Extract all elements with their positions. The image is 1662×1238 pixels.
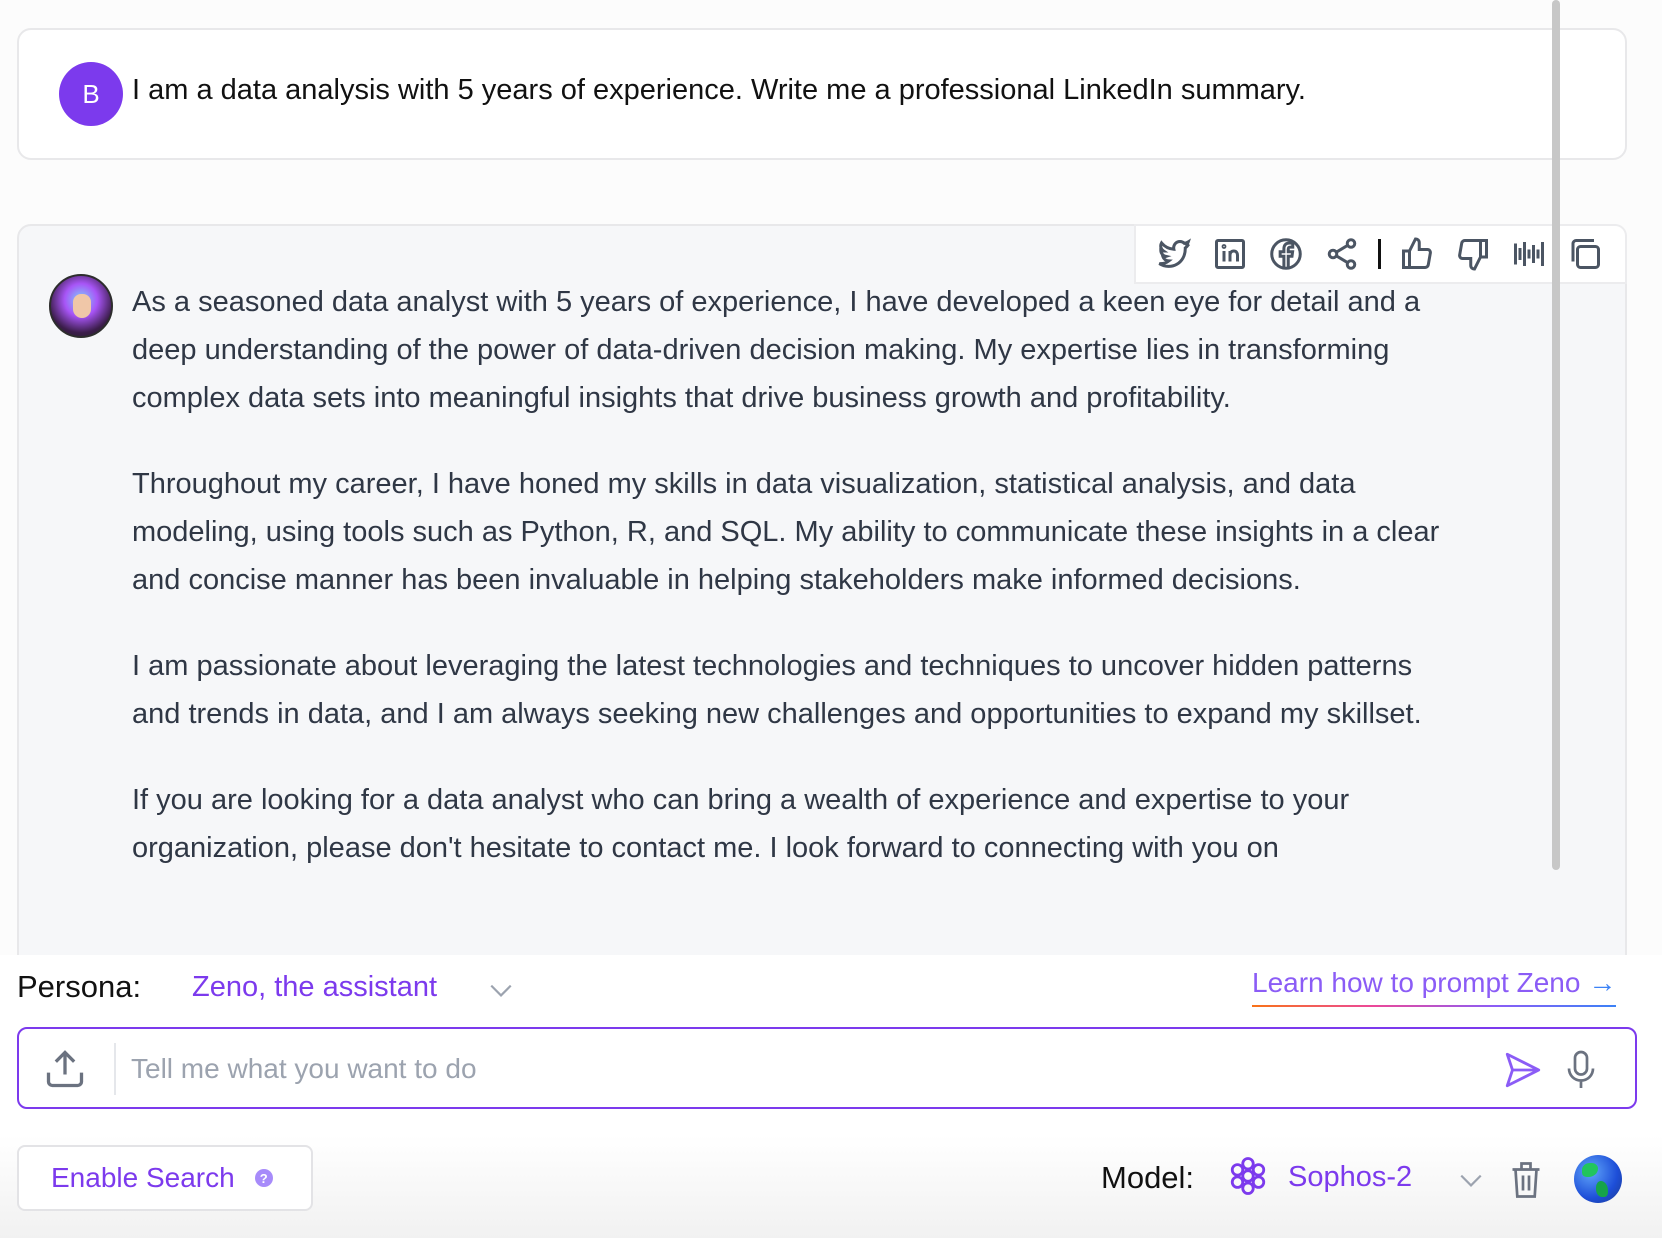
input-divider (114, 1043, 116, 1095)
model-select[interactable]: Sophos-2 (1288, 1161, 1412, 1194)
model-label: Model: (1101, 1160, 1195, 1195)
chat-scrollbar[interactable] (1550, 0, 1562, 870)
globe-icon[interactable] (1574, 1155, 1622, 1203)
share-icon[interactable] (1314, 226, 1370, 282)
scrollbar-thumb[interactable] (1552, 0, 1560, 870)
prompt-input[interactable] (131, 1043, 1431, 1095)
microphone-icon[interactable] (1563, 1049, 1599, 1091)
persona-row: Persona: Zeno, the assistant Learn how t… (0, 955, 1662, 1015)
assistant-avatar (49, 274, 113, 338)
chevron-down-icon[interactable] (1458, 1167, 1484, 1193)
facebook-icon[interactable] (1258, 226, 1314, 282)
persona-label: Persona: (17, 969, 142, 1004)
learn-prompt-link-text: Learn how to prompt Zeno (1252, 967, 1581, 998)
upload-icon[interactable] (43, 1047, 87, 1091)
learn-prompt-link[interactable]: Learn how to prompt Zeno → (1252, 967, 1617, 1007)
help-icon[interactable]: ? (254, 1169, 273, 1187)
twitter-icon[interactable] (1146, 226, 1202, 282)
assistant-message: As a seasoned data analyst with 5 years … (17, 224, 1627, 955)
enable-search-button[interactable]: Enable Search ? (17, 1145, 313, 1211)
copy-icon[interactable] (1557, 226, 1613, 282)
user-message: B I am a data analysis with 5 years of e… (17, 28, 1627, 160)
assistant-paragraph: If you are looking for a data analyst wh… (132, 784, 1350, 864)
enable-search-label: Enable Search (51, 1162, 235, 1193)
prompt-input-box (17, 1027, 1637, 1109)
arrow-right-icon: → (1588, 967, 1617, 998)
bottom-bar: Enable Search ? Model: Sophos-2 (0, 1135, 1662, 1238)
assistant-paragraph: I am passionate about leveraging the lat… (132, 650, 1422, 730)
toolbar-divider (1378, 239, 1381, 269)
user-avatar: B (59, 62, 123, 126)
persona-select[interactable]: Zeno, the assistant (192, 971, 437, 1004)
chevron-down-icon[interactable] (488, 977, 514, 1003)
user-message-text: I am a data analysis with 5 years of exp… (132, 74, 1306, 106)
audio-waveform-icon[interactable] (1501, 226, 1557, 282)
thumbs-down-icon[interactable] (1445, 226, 1501, 282)
assistant-message-text: As a seasoned data analyst with 5 years … (132, 278, 1462, 910)
send-icon[interactable] (1502, 1049, 1544, 1091)
brain-icon (1230, 1157, 1266, 1195)
linkedin-icon[interactable] (1202, 226, 1258, 282)
assistant-paragraph: As a seasoned data analyst with 5 years … (132, 286, 1421, 414)
assistant-paragraph: Throughout my career, I have honed my sk… (132, 468, 1440, 596)
chat-area: B I am a data analysis with 5 years of e… (0, 0, 1662, 955)
thumbs-up-icon[interactable] (1389, 226, 1445, 282)
trash-icon[interactable] (1508, 1159, 1544, 1201)
